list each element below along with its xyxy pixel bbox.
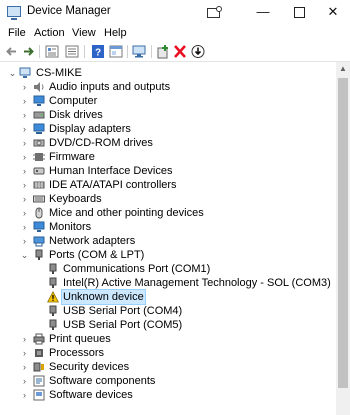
processor-icon [35, 349, 43, 357]
port-icon [35, 249, 43, 260]
expand-chevron-icon[interactable]: › [20, 80, 29, 94]
expand-chevron-icon[interactable]: › [20, 150, 29, 164]
tree-category-label: Computer [49, 95, 98, 107]
tree-category-label: Software components [49, 375, 156, 387]
security-device-icon [33, 362, 44, 372]
software-component-icon [33, 375, 45, 387]
tree-root-label: CS-MIKE [36, 67, 82, 79]
port-icon [49, 263, 57, 274]
expand-chevron-icon[interactable]: › [20, 108, 29, 122]
expand-chevron-icon[interactable]: › [20, 388, 29, 402]
window-title: Device Manager [27, 5, 111, 17]
tree-category-label: Print queues [49, 333, 111, 345]
menu-help[interactable]: Help [104, 27, 127, 39]
menu-action[interactable]: Action [34, 27, 65, 39]
port-icon [49, 305, 57, 316]
tree-category-label: Firmware [49, 151, 95, 163]
close-button[interactable]: ✕ [316, 0, 350, 24]
add-driver-icon[interactable] [155, 44, 171, 59]
minimize-button[interactable]: — [246, 0, 280, 24]
expand-chevron-icon[interactable]: › [20, 234, 29, 248]
update-driver-icon[interactable] [190, 44, 206, 59]
properties-icon[interactable] [44, 44, 60, 59]
tree-category-label: Disk drives [49, 109, 103, 121]
forward-icon[interactable] [20, 44, 36, 59]
collapse-chevron-icon[interactable]: ⌄ [8, 66, 17, 80]
scroll-up-arrow-icon[interactable]: ▲ [336, 62, 350, 76]
printer-icon [33, 333, 45, 345]
expand-chevron-icon[interactable]: › [20, 192, 29, 206]
menu-bar: File Action View Help [0, 24, 350, 43]
svg-text:?: ? [95, 48, 101, 59]
mouse-icon [35, 207, 43, 219]
expand-chevron-icon[interactable]: › [20, 360, 29, 374]
expand-chevron-icon[interactable]: › [20, 220, 29, 234]
tree-device-label: Intel(R) Active Management Technology - … [63, 277, 331, 289]
vertical-scrollbar[interactable]: ▲ [336, 62, 350, 415]
tree-category-label: Human Interface Devices [49, 165, 173, 177]
scan-hardware-icon[interactable] [131, 44, 147, 59]
collapse-chevron-icon[interactable]: ⌄ [20, 248, 29, 262]
tree-category-label: Ports (COM & LPT) [49, 249, 145, 261]
expand-chevron-icon[interactable]: › [20, 332, 29, 346]
speaker-icon [34, 82, 44, 92]
help-icon[interactable]: ? [90, 44, 106, 59]
disk-drive-icon [33, 111, 45, 119]
port-icon [49, 277, 57, 288]
expand-chevron-icon[interactable]: › [20, 206, 29, 220]
firmware-icon [33, 153, 45, 161]
tree-category-label: IDE ATA/ATAPI controllers [49, 179, 177, 191]
expand-chevron-icon[interactable]: › [20, 374, 29, 388]
tree-device-label: USB Serial Port (COM4) [63, 305, 183, 317]
software-device-icon [33, 389, 45, 401]
tree-device-label: Communications Port (COM1) [63, 263, 211, 275]
back-icon[interactable] [4, 44, 20, 59]
toolbar: ? [0, 43, 350, 62]
maximize-button[interactable] [282, 0, 316, 24]
expand-chevron-icon[interactable]: › [20, 346, 29, 360]
tree-category-label: Keyboards [49, 193, 102, 205]
tree-category-label: Mice and other pointing devices [49, 207, 204, 219]
tree-category-label: Audio inputs and outputs [49, 81, 171, 93]
computer-icon [33, 95, 45, 106]
tree-category-label: Security devices [49, 361, 130, 373]
tree-device-label: Unknown device [61, 289, 146, 305]
hid-icon [33, 167, 45, 175]
monitor-icon [33, 221, 45, 232]
expand-chevron-icon[interactable]: › [20, 178, 29, 192]
show-hidden-icon[interactable] [64, 44, 80, 59]
tree-category-label: Display adapters [49, 123, 131, 135]
tree-device-label: USB Serial Port (COM5) [63, 319, 183, 331]
warning-icon [47, 291, 59, 303]
menu-file[interactable]: File [8, 27, 26, 39]
tree-category-label: Processors [49, 347, 105, 359]
tree-category-label: Monitors [49, 221, 92, 233]
tree-category-label: DVD/CD-ROM drives [49, 137, 153, 149]
port-icon [49, 319, 57, 330]
scrollbar-thumb[interactable] [338, 78, 348, 388]
title-bar: Device Manager — ✕ [0, 0, 350, 24]
computer-icon [19, 67, 31, 78]
menu-view[interactable]: View [72, 27, 96, 39]
keyboard-icon [33, 195, 45, 203]
device-tree[interactable]: ⌄ CS-MIKE › Audio inputs and outputs › C… [0, 62, 336, 415]
ide-controller-icon [33, 181, 45, 189]
tree-category-label: Network adapters [49, 235, 136, 247]
device-manager-icon [7, 6, 21, 20]
tree-category-label: Software devices [49, 389, 133, 401]
expand-chevron-icon[interactable]: › [20, 136, 29, 150]
window-extra-icon[interactable] [196, 0, 230, 24]
display-adapter-icon [33, 123, 45, 134]
expand-chevron-icon[interactable]: › [20, 164, 29, 178]
uninstall-icon[interactable] [172, 44, 188, 59]
expand-chevron-icon[interactable]: › [20, 122, 29, 136]
action-view-icon[interactable] [108, 44, 124, 59]
expand-chevron-icon[interactable]: › [20, 94, 29, 108]
dvd-drive-icon [33, 139, 45, 147]
network-adapter-icon [33, 236, 45, 247]
